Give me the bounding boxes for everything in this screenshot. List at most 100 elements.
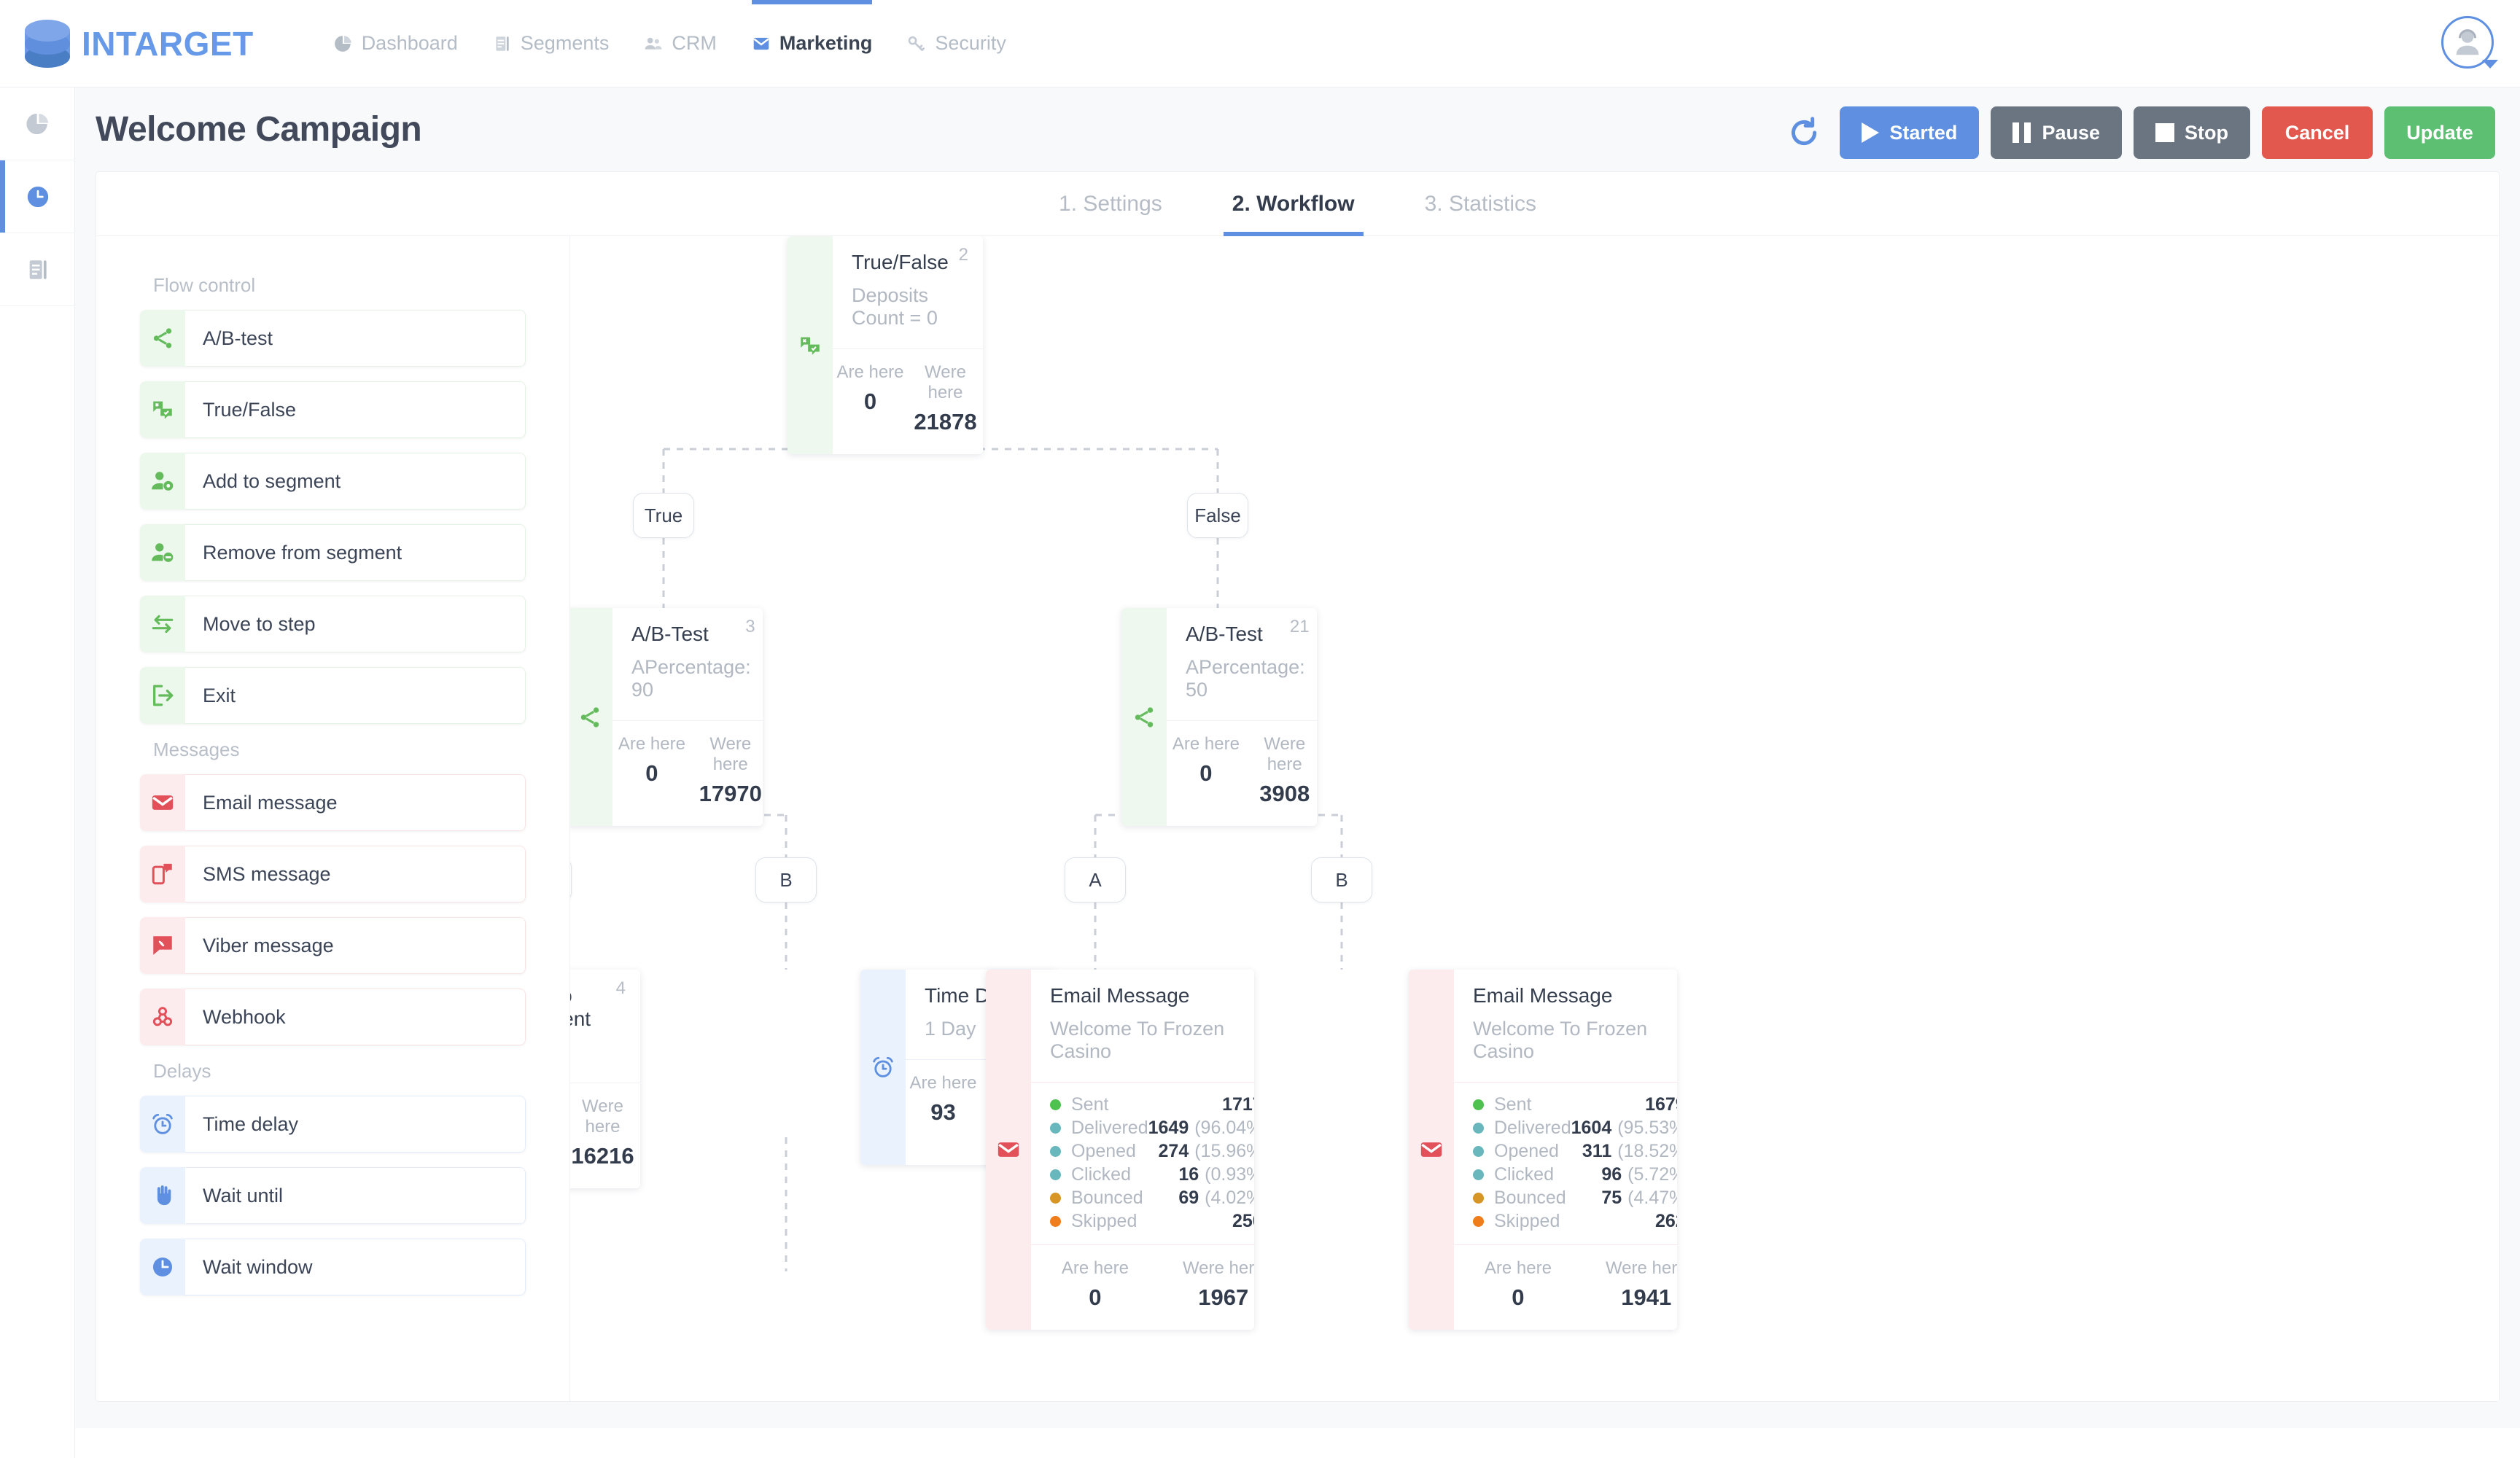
node-title: A/B-Test: [1186, 623, 1263, 645]
campaign-card: 1. Settings 2. Workflow 3. Statistics Fl…: [96, 171, 2500, 1402]
stat-were-here: Were here 21878: [908, 362, 983, 435]
started-button[interactable]: Started: [1840, 106, 1980, 159]
metric-row: Bounced 69 (4.02%): [1050, 1186, 1254, 1209]
metric-value: 75: [1601, 1187, 1622, 1208]
status-dot: [1050, 1192, 1061, 1204]
palette-item-viber-message[interactable]: Viber message: [140, 917, 526, 974]
status-dot: [1473, 1145, 1484, 1157]
node-subtitle: Welcome To Frozen Casino: [1473, 1018, 1648, 1062]
pause-button[interactable]: Pause: [1991, 106, 2122, 159]
palette-item-true-false[interactable]: True/False: [140, 381, 526, 438]
metric-row: Sent 1717: [1050, 1093, 1254, 1116]
node-number: 2: [958, 245, 968, 265]
metric-name: Skipped: [1494, 1210, 1560, 1231]
workflow-node-add-to-segment[interactable]: 4 Add To Segment FTD Are here 0 Were her…: [570, 970, 640, 1188]
stat-label: Are here: [909, 1073, 977, 1093]
palette-item-exit[interactable]: Exit: [140, 667, 526, 724]
branch-pill-b-left[interactable]: B: [755, 857, 817, 903]
chevron-down-icon[interactable]: [2482, 60, 2498, 69]
palette-item-email-message[interactable]: Email message: [140, 774, 526, 831]
workflow-node-email-message-22[interactable]: 22 Email Message Welcome To Frozen Casin…: [986, 970, 1254, 1330]
nav-item-crm[interactable]: CRM: [626, 0, 734, 87]
stat-label: Were here: [1264, 734, 1306, 774]
nav-item-marketing[interactable]: Marketing: [734, 0, 890, 87]
metric-row: Clicked 96 (5.72%): [1473, 1163, 1677, 1186]
status-dot: [1050, 1215, 1061, 1227]
palette-group-title-delays: Delays: [153, 1060, 211, 1082]
stat-label: Were here: [709, 734, 752, 774]
rail-item-analytics[interactable]: [0, 87, 75, 160]
stat-value: 16216: [571, 1143, 634, 1169]
nav-label-security: Security: [935, 32, 1006, 54]
metric-value: 1717: [1222, 1094, 1254, 1115]
stat-value: 0: [1512, 1284, 1525, 1310]
metric-name: Delivered: [1071, 1117, 1148, 1138]
branch-pill-false[interactable]: False: [1187, 493, 1248, 538]
workflow-node-email-message-24[interactable]: 24 Email Message Welcome To Frozen Casin…: [1409, 970, 1677, 1330]
condition-bubbles-icon: [140, 381, 185, 438]
cancel-button[interactable]: Cancel: [2262, 106, 2373, 159]
workflow-node-ab-test-left[interactable]: 3 A/B-Test APercentage: 90 Are here 0 We…: [570, 608, 763, 826]
stat-label: Were here: [925, 362, 966, 402]
palette-item-remove-from-segment[interactable]: Remove from segment: [140, 524, 526, 581]
palette-item-ab-test[interactable]: A/B-test: [140, 310, 526, 367]
palette-item-webhook[interactable]: Webhook: [140, 989, 526, 1045]
stat-were-here: Were here 1941: [1582, 1258, 1677, 1311]
palette-item-label: Wait until: [185, 1167, 526, 1224]
metric-name: Sent: [1494, 1094, 1532, 1115]
workflow-node-ab-test-right[interactable]: 21 A/B-Test APercentage: 50 Are here 0 W…: [1121, 608, 1317, 826]
brand-name: INTARGET: [82, 24, 254, 63]
palette-item-label: Wait window: [185, 1239, 526, 1295]
pie-chart-icon: [26, 113, 48, 134]
metric-name: Bounced: [1494, 1187, 1566, 1208]
nav-item-security[interactable]: Security: [890, 0, 1024, 87]
metric-name: Bounced: [1071, 1187, 1143, 1208]
nav-item-segments[interactable]: Segments: [475, 0, 627, 87]
status-dot: [1473, 1215, 1484, 1227]
share-nodes-icon: [1121, 608, 1167, 826]
branch-pill-true[interactable]: True: [633, 493, 694, 538]
list-icon: [493, 34, 512, 53]
branch-pill-a-right[interactable]: A: [1065, 857, 1126, 903]
palette-item-sms-message[interactable]: SMS message: [140, 846, 526, 903]
node-title: True/False: [852, 251, 949, 273]
rail-item-campaigns[interactable]: [0, 160, 75, 233]
page-title: Welcome Campaign: [96, 110, 422, 149]
palette-item-move-to-step[interactable]: Move to step: [140, 596, 526, 652]
metric-value: 1649: [1148, 1117, 1189, 1138]
palette-item-wait-window[interactable]: Wait window: [140, 1239, 526, 1295]
palette-item-time-delay[interactable]: Time delay: [140, 1096, 526, 1153]
update-button[interactable]: Update: [2384, 106, 2495, 159]
nav-label-marketing: Marketing: [779, 32, 873, 54]
rail-item-reports[interactable]: [0, 233, 75, 306]
pie-chart-icon: [334, 34, 353, 53]
nav-item-dashboard[interactable]: Dashboard: [316, 0, 475, 87]
clock-icon: [27, 186, 48, 207]
palette-item-wait-until[interactable]: Wait until: [140, 1167, 526, 1224]
node-subtitle: FTD: [570, 1041, 621, 1064]
node-title: Email Message: [1050, 984, 1190, 1007]
stat-label: Are here: [836, 362, 904, 382]
palette-item-label: Move to step: [185, 596, 526, 652]
branch-pill-b-right[interactable]: B: [1311, 857, 1372, 903]
node-number: 21: [1289, 617, 1310, 636]
workflow-canvas[interactable]: 2 True/False Deposits Count = 0 Are here…: [570, 236, 2499, 1401]
tab-settings[interactable]: 1. Settings: [1024, 172, 1197, 236]
tab-statistics[interactable]: 3. Statistics: [1390, 172, 1571, 236]
workflow-node-true-false[interactable]: 2 True/False Deposits Count = 0 Are here…: [788, 236, 983, 454]
started-button-label: Started: [1889, 121, 1958, 144]
stop-button[interactable]: Stop: [2134, 106, 2250, 159]
envelope-icon: [986, 970, 1031, 1330]
page-header: Welcome Campaign Started Pause Stop Canc…: [75, 87, 2520, 171]
tab-workflow[interactable]: 2. Workflow: [1197, 172, 1390, 236]
palette-item-add-to-segment[interactable]: Add to segment: [140, 453, 526, 510]
metric-name: Opened: [1494, 1140, 1559, 1161]
refresh-button[interactable]: [1784, 113, 1824, 152]
brand-logo-group[interactable]: INTARGET: [25, 18, 254, 69]
metric-value: 311: [1582, 1140, 1612, 1161]
mobile-message-icon: [140, 846, 185, 903]
top-navigation-bar: INTARGET Dashboard Segments CRM Marketin…: [0, 0, 2520, 87]
status-dot: [1050, 1169, 1061, 1180]
palette-item-label: True/False: [185, 381, 526, 438]
metric-percent: (96.04%): [1194, 1117, 1254, 1138]
